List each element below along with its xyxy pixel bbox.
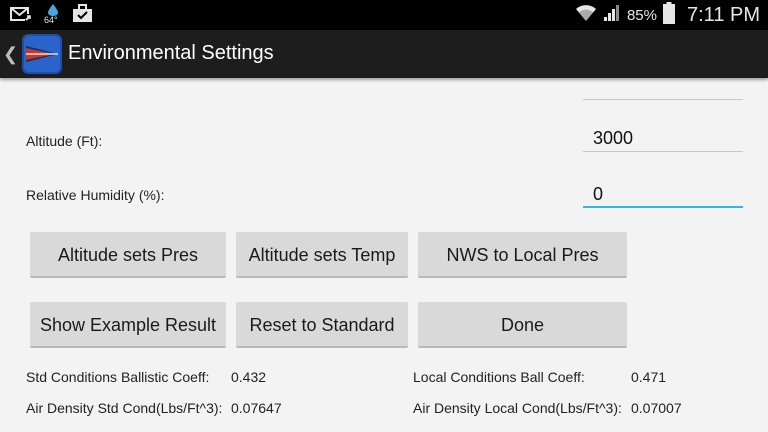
done-button[interactable]: Done — [418, 302, 627, 348]
nws-to-local-pres-button[interactable]: NWS to Local Pres — [418, 232, 627, 278]
status-bar: 64° 85% 7:11 PM — [0, 0, 768, 30]
std-ballistic-coeff-value: 0.432 — [231, 369, 267, 385]
altitude-input[interactable] — [583, 126, 743, 152]
wifi-icon — [575, 4, 597, 27]
air-density-std-value: 0.07647 — [231, 400, 282, 416]
status-notifications: 64° — [10, 4, 94, 26]
local-ball-coeff-value: 0.471 — [631, 369, 667, 385]
top-input-field[interactable] — [583, 74, 743, 100]
reset-to-standard-button[interactable]: Reset to Standard — [236, 302, 408, 348]
humidity-input[interactable] — [583, 182, 743, 208]
app-logo-icon[interactable] — [22, 34, 62, 74]
temperature-text: 64° — [44, 15, 58, 25]
show-example-result-button[interactable]: Show Example Result — [30, 302, 226, 348]
air-density-local-label: Air Density Local Cond(Lbs/Ft^3): — [413, 400, 622, 416]
mail-icon — [10, 4, 34, 29]
std-ballistic-coeff-label: Std Conditions Ballistic Coeff: — [26, 369, 210, 385]
humidity-label: Relative Humidity (%): — [26, 187, 165, 203]
back-chevron-icon[interactable]: ❮ — [3, 42, 18, 66]
air-density-local-value: 0.07007 — [631, 400, 682, 416]
action-bar: ❮ Environmental Settings — [0, 30, 768, 78]
status-system: 85% 7:11 PM — [575, 0, 760, 30]
altitude-sets-pres-button[interactable]: Altitude sets Pres — [30, 232, 226, 278]
page-title: Environmental Settings — [68, 42, 274, 64]
air-density-std-label: Air Density Std Cond(Lbs/Ft^3): — [26, 400, 223, 416]
battery-icon — [663, 1, 675, 29]
local-ball-coeff-label: Local Conditions Ball Coeff: — [413, 369, 585, 385]
weather-drop-icon: 64° — [42, 4, 64, 28]
status-time: 7:11 PM — [687, 3, 760, 26]
battery-percent: 85% — [626, 6, 657, 24]
signal-icon — [603, 4, 621, 27]
altitude-label: Altitude (Ft): — [26, 133, 103, 149]
altitude-sets-temp-button[interactable]: Altitude sets Temp — [236, 232, 408, 278]
briefcase-icon — [72, 4, 94, 29]
